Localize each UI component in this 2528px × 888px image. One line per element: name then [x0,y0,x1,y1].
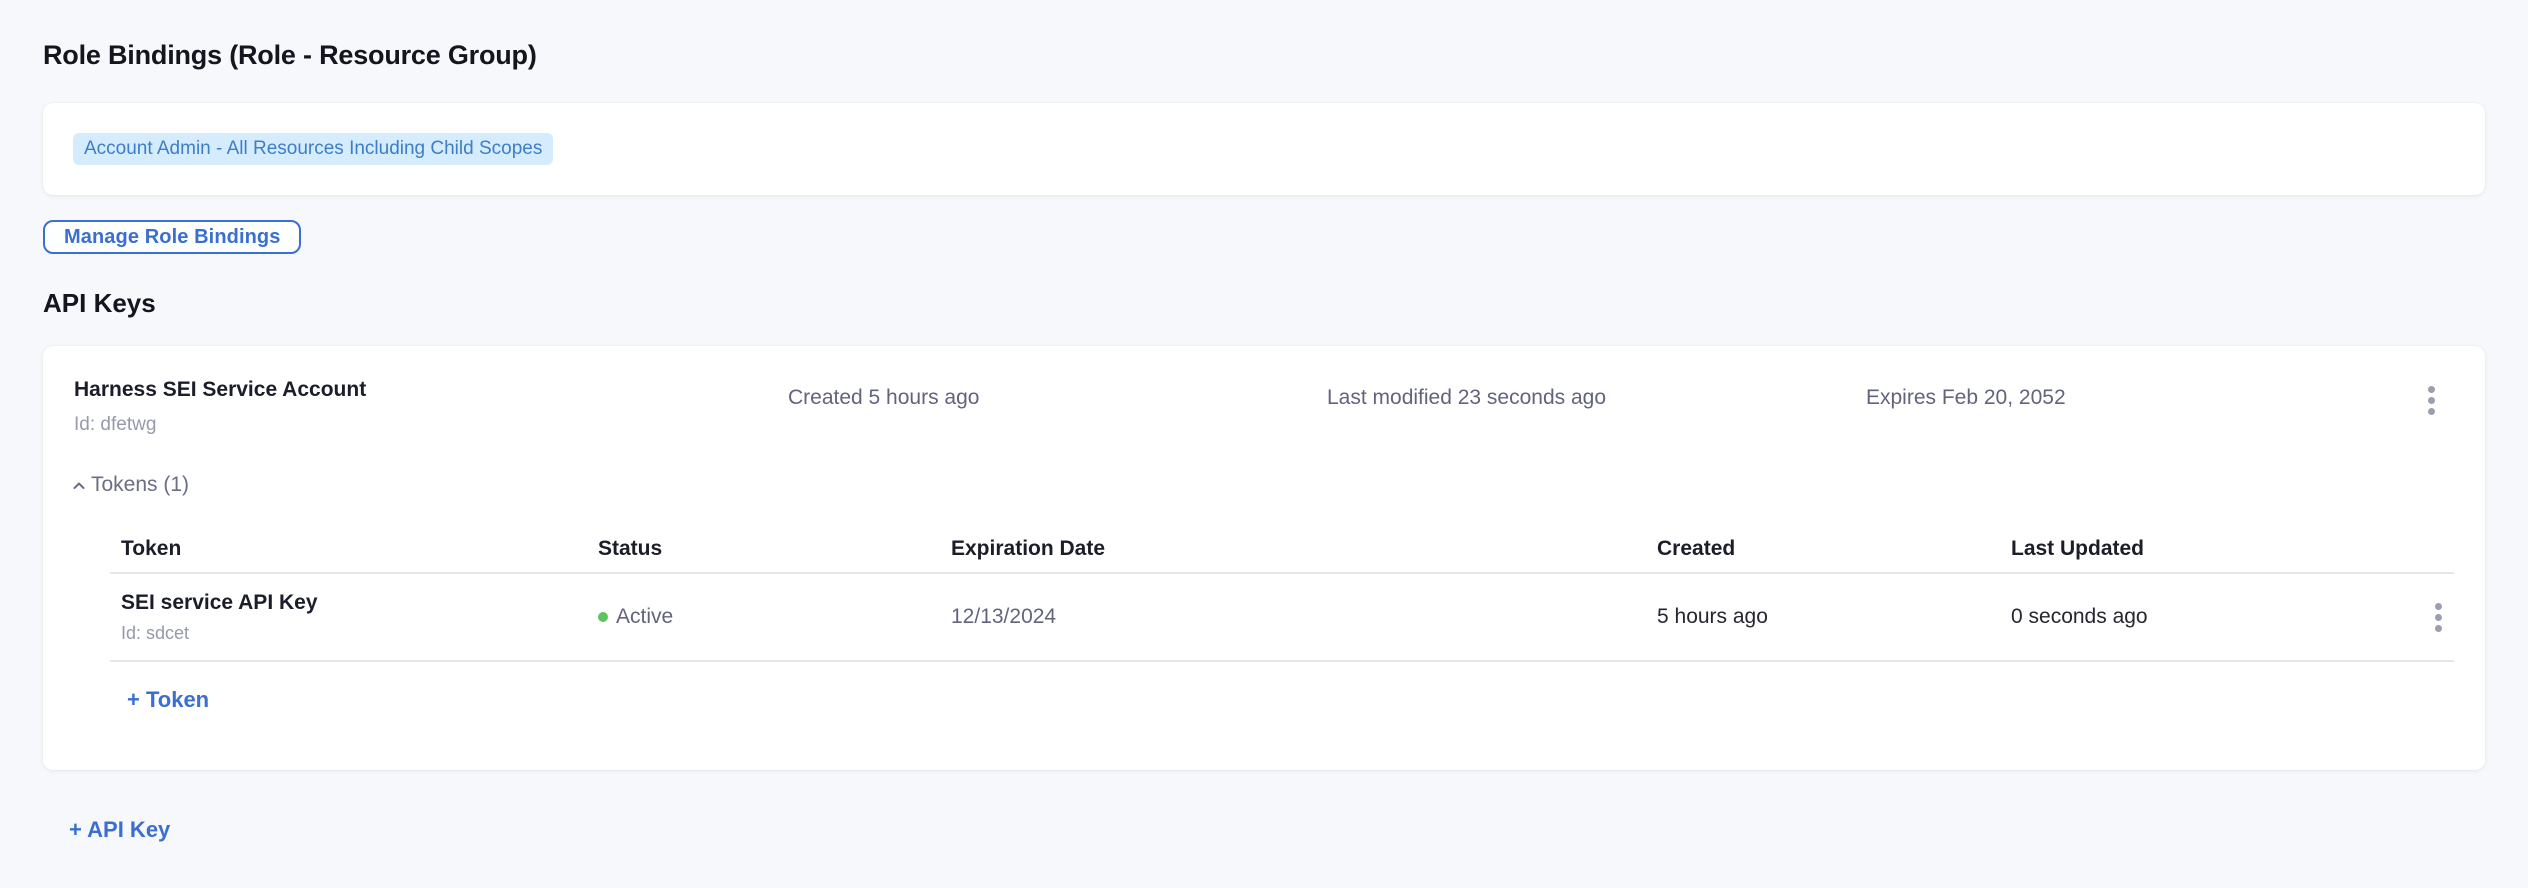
service-account-name: Harness SEI Service Account [74,378,366,402]
tokens-collapse-toggle[interactable]: Tokens (1) [70,472,189,498]
chevron-up-icon [70,475,88,495]
token-id: Id: sdcet [121,623,587,644]
kebab-menu-icon[interactable] [2422,380,2441,421]
account-created-label: Created 5 hours ago [788,386,979,410]
kebab-menu-icon[interactable] [2424,597,2448,638]
column-header-expiration-date: Expiration Date [940,537,1646,561]
api-keys-heading: API Keys [43,290,2485,316]
column-header-status: Status [587,537,940,561]
token-created: 5 hours ago [1646,605,2000,629]
service-account-header: Harness SEI Service Account Id: dfetwg C… [43,346,2485,442]
token-name: SEI service API Key [121,591,587,615]
table-row: SEI service API Key Id: sdcet Active 12/… [110,574,2454,662]
column-header-last-updated: Last Updated [2000,537,2410,561]
token-table-header: Token Status Expiration Date Created Las… [110,526,2454,574]
api-key-card: Harness SEI Service Account Id: dfetwg C… [43,346,2485,770]
column-header-token: Token [110,537,587,561]
token-table: Token Status Expiration Date Created Las… [110,526,2454,662]
main-content: Role Bindings (Role - Resource Group) Ac… [0,0,2528,842]
role-binding-badge: Account Admin - All Resources Including … [73,133,553,165]
page-title: Role Bindings (Role - Resource Group) [43,40,2485,70]
tokens-toggle-label: Tokens (1) [91,472,189,498]
status-badge: Active [616,605,673,629]
account-last-modified-label: Last modified 23 seconds ago [1327,386,1606,410]
token-expiration-date: 12/13/2024 [940,605,1646,629]
token-name-cell: SEI service API Key Id: sdcet [110,591,587,644]
token-status-cell: Active [587,605,940,629]
token-last-updated: 0 seconds ago [2000,605,2410,629]
add-token-button[interactable]: + Token [127,688,209,712]
service-account-id: Id: dfetwg [74,414,156,436]
status-dot-icon [598,612,608,622]
column-header-created: Created [1646,537,2000,561]
account-expires-label: Expires Feb 20, 2052 [1866,386,2066,410]
manage-role-bindings-button[interactable]: Manage Role Bindings [43,220,301,254]
add-api-key-button[interactable]: + API Key [69,818,170,842]
role-bindings-card: Account Admin - All Resources Including … [43,103,2485,195]
